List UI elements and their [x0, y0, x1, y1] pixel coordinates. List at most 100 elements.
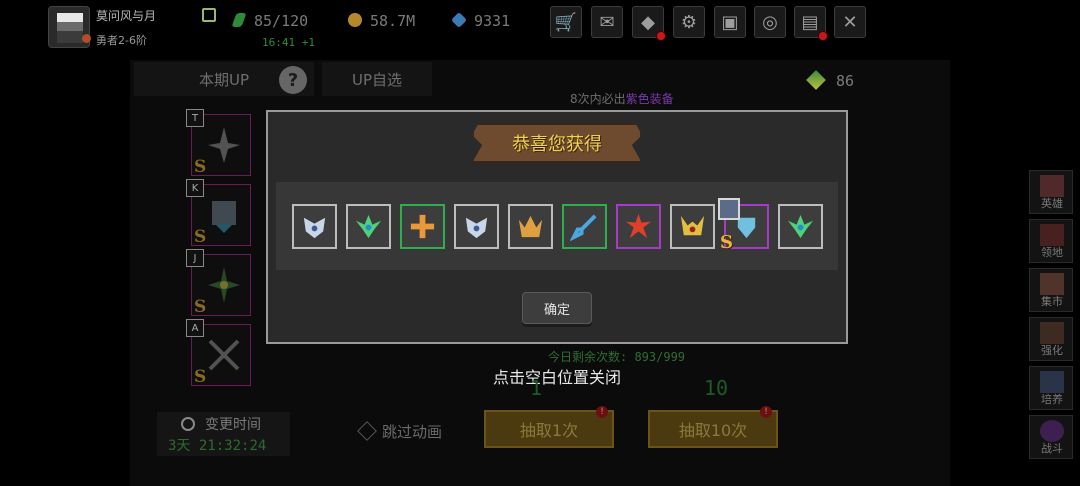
clock-icon: [181, 417, 195, 431]
sidebar-item-enhance[interactable]: 强化: [1029, 317, 1073, 361]
draw-one-label: 抽取1次: [519, 421, 579, 440]
settings-button[interactable]: ⚙: [673, 6, 705, 38]
star-gem-icon: [208, 267, 240, 303]
card-grade: S: [194, 367, 207, 387]
skip-animation-label[interactable]: 跳过动画: [382, 421, 442, 442]
wheel-button[interactable]: ◎: [754, 6, 786, 38]
market-icon: [1040, 273, 1064, 295]
hero-icon: [1040, 175, 1064, 197]
reward-item[interactable]: [562, 204, 607, 249]
battle-icon: [1040, 420, 1064, 442]
token-count: 86: [836, 72, 855, 90]
reward-grade: S: [720, 232, 733, 253]
gift-button[interactable]: ▣: [714, 6, 746, 38]
reward-item[interactable]: [670, 204, 715, 249]
crown-icon: [518, 215, 543, 238]
confirm-button[interactable]: 确定: [522, 292, 592, 324]
armor-icon: [212, 201, 236, 233]
crossed-axes-icon: [208, 339, 240, 371]
card-tag: A: [186, 319, 204, 337]
mail-icon: ✉: [599, 11, 615, 33]
scroll-button[interactable]: ▤: [794, 6, 828, 41]
player-rank: 勇者2-6阶: [96, 34, 147, 47]
countdown: 3天 21:32:24: [168, 435, 266, 455]
pity-prefix: 8次内必出: [570, 92, 626, 106]
draw-ten-button[interactable]: 抽取10次!: [648, 406, 778, 448]
emerald-icon: [787, 214, 814, 239]
draw-one-button[interactable]: 抽取1次!: [484, 406, 614, 448]
armor-icon: [465, 217, 488, 239]
pity-text: 8次内必出紫色装备: [570, 90, 674, 107]
card-grade: S: [194, 227, 207, 247]
reward-item[interactable]: [346, 204, 391, 249]
notification-dot: !: [596, 406, 608, 418]
new-badge-icon: [718, 198, 740, 220]
remaining-draws: 今日剩余次数: 893/999: [548, 350, 686, 364]
territory-icon: [1040, 224, 1064, 246]
diamond-value: 9331: [474, 12, 511, 30]
close-hint: 点击空白位置关闭: [493, 368, 622, 387]
diamond-icon: [451, 12, 467, 28]
horned-helm-icon: [680, 215, 705, 236]
help-icon[interactable]: ?: [279, 66, 307, 94]
mail-button[interactable]: ✉: [591, 6, 623, 38]
up-equipment-card[interactable]: A S: [186, 319, 251, 387]
card-tag: T: [186, 109, 204, 127]
sidebar-item-train[interactable]: 培养: [1029, 366, 1073, 410]
card-grade: S: [194, 157, 207, 177]
emerald-icon: [355, 214, 382, 239]
energy-timer: 16:41 +1: [262, 36, 315, 49]
tab-up-select-label: UP自选: [351, 70, 403, 89]
gift-icon: ▣: [721, 11, 739, 33]
energy-icon: [231, 13, 247, 27]
flame-star-icon: [625, 213, 652, 239]
shop-button[interactable]: 🛒: [550, 6, 582, 38]
tab-up-select[interactable]: UP自选: [322, 62, 432, 96]
change-time-label: 变更时间: [205, 417, 261, 433]
sidebar-item-territory[interactable]: 领地: [1029, 219, 1073, 263]
reward-item[interactable]: [616, 204, 661, 249]
cross-gem-icon: [410, 214, 435, 239]
notification-dot: [818, 31, 828, 41]
avatar-face: [57, 13, 83, 43]
modal-title: 恭喜您获得: [512, 134, 602, 155]
gear-icon: ⚙: [680, 11, 698, 33]
top-bar: 莫问风与月 勇者2-6阶 85/120 16:41 +1 58.7M 9331 …: [0, 0, 1080, 56]
pity-highlight: 紫色装备: [625, 92, 674, 106]
cost-single: 1: [530, 376, 543, 400]
battle-top-button[interactable]: ✕: [834, 6, 866, 38]
up-equipment-card[interactable]: T S: [186, 109, 251, 177]
draw-ten-label: 抽取10次: [678, 421, 748, 440]
modal-banner: 恭喜您获得: [472, 123, 642, 163]
reward-item[interactable]: [400, 204, 445, 249]
activity-button[interactable]: ◆: [632, 6, 666, 41]
sidebar-label: 培养: [1041, 393, 1063, 406]
edit-icon[interactable]: [202, 8, 216, 22]
countdown-days: 3天: [168, 438, 191, 454]
cost-ten: 10: [704, 376, 729, 400]
reward-item[interactable]: [454, 204, 499, 249]
reward-item[interactable]: [508, 204, 553, 249]
sidebar-item-battle[interactable]: 战斗: [1029, 415, 1073, 459]
up-equipment-card[interactable]: K S: [186, 179, 251, 247]
cart-icon: 🛒: [554, 11, 578, 33]
countdown-time: 21:32:24: [198, 438, 267, 454]
gold-value: 58.7M: [370, 12, 416, 30]
sidebar-item-market[interactable]: 集市: [1029, 268, 1073, 312]
reward-item[interactable]: [292, 204, 337, 249]
card-tag: J: [186, 249, 204, 267]
up-equipment-card[interactable]: J S: [186, 249, 251, 317]
swords-icon: ✕: [842, 11, 858, 33]
rank-icon: [82, 34, 91, 43]
sword-icon: [208, 127, 240, 163]
card-tag: K: [186, 179, 204, 197]
wheel-icon: ◎: [762, 11, 778, 33]
sidebar-label: 领地: [1041, 246, 1063, 259]
tab-current-up-label: 本期UP: [198, 70, 250, 89]
reward-item[interactable]: S: [718, 198, 769, 253]
armor-icon: [303, 217, 326, 239]
reward-item[interactable]: [778, 204, 823, 249]
notification-dot: !: [760, 406, 772, 418]
gold-icon: [348, 13, 362, 27]
sidebar-item-hero[interactable]: 英雄: [1029, 170, 1073, 214]
